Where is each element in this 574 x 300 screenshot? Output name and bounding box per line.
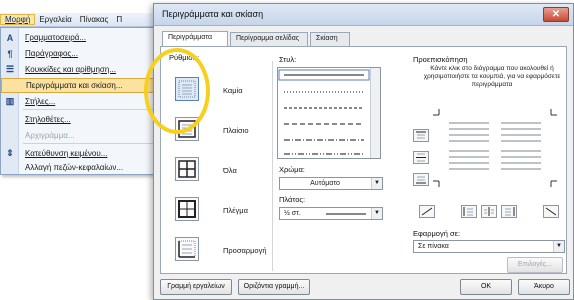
menu-item-paragraph[interactable]: ¶ Παράγραφος... — [1, 46, 171, 61]
columns-icon: ▥ — [5, 96, 15, 106]
highlight-annotation — [144, 48, 210, 134]
inside-horizontal-border-button[interactable] — [413, 151, 429, 164]
setting-none-label: Καμία — [223, 86, 243, 95]
setting-custom-button[interactable] — [175, 237, 199, 261]
toolbar-button[interactable]: Γραμμή εργαλείων — [160, 279, 232, 295]
borders-shading-dialog: Περιγράμματα και σκίαση ✕ Περιγράμματα Π… — [153, 3, 574, 300]
options-button: Επιλογές... — [507, 257, 563, 273]
menu-item-font[interactable]: A Γραμματοσειρά... — [1, 30, 171, 45]
style-list[interactable] — [277, 67, 381, 159]
apply-to-select[interactable]: Σε πίνακα ▼ — [413, 240, 565, 253]
setting-custom-icon — [178, 240, 196, 258]
style-scrollbar[interactable] — [370, 68, 380, 158]
setting-grid-label: Πλέγμα — [223, 206, 248, 215]
menu-item-tabs[interactable]: Στηλοθέτες... — [1, 112, 171, 127]
menu-table[interactable]: Πίνακας — [76, 15, 113, 24]
chevron-down-icon: ▼ — [553, 241, 564, 252]
close-button[interactable]: ✕ — [543, 7, 569, 22]
diagonal-down-icon — [421, 207, 433, 216]
setting-all-icon — [178, 160, 196, 178]
horizontal-line-button[interactable]: Οριζόντια γραμμή... — [238, 279, 310, 295]
bottom-border-icon — [416, 176, 426, 184]
ok-button[interactable]: ΟΚ — [460, 279, 512, 295]
setting-grid-button[interactable] — [175, 197, 199, 221]
menu-format[interactable]: Μορφή — [0, 14, 36, 25]
paragraph-icon: ¶ — [7, 48, 13, 59]
tab-page-border[interactable]: Περίγραμμα σελίδας — [230, 32, 308, 46]
apply-to-label: Εφαρμογή σε: — [413, 229, 461, 238]
width-select[interactable]: ½ στ. ▼ — [279, 207, 383, 220]
chevron-down-icon: ▼ — [371, 178, 382, 189]
menu-tools[interactable]: Εργαλεία — [35, 15, 75, 24]
diagonal-down-border-button[interactable] — [419, 205, 435, 218]
setting-box-label: Πλαίσιο — [223, 126, 249, 135]
right-border-button[interactable] — [501, 205, 517, 218]
dialog-title: Περιγράμματα και σκίαση — [162, 9, 264, 19]
inside-vertical-icon — [484, 207, 494, 216]
tab-shading[interactable]: Σκίαση — [310, 32, 350, 46]
diagonal-up-border-button[interactable] — [543, 205, 559, 218]
color-label: Χρώμα: — [279, 165, 305, 174]
top-border-icon — [416, 131, 426, 139]
close-icon: ✕ — [551, 9, 561, 20]
left-border-icon — [463, 207, 473, 216]
diagonal-up-icon — [545, 207, 557, 216]
menu-item-text-direction[interactable]: ⇕ Κατεύθυνση κειμένου... — [1, 146, 171, 161]
cancel-button[interactable]: Άκυρο — [518, 279, 570, 295]
bullets-icon: ☰ — [5, 64, 15, 74]
tab-borders[interactable]: Περιγράμματα — [162, 31, 228, 46]
menu-item-change-case[interactable]: Αλλαγή πεζών-κεφαλαίων... — [1, 160, 171, 175]
right-border-icon — [505, 207, 515, 216]
color-select[interactable]: Αυτόματο ▼ — [279, 177, 383, 190]
menu-next[interactable]: Π — [112, 15, 126, 24]
setting-all-button[interactable] — [175, 157, 199, 181]
setting-grid-icon — [178, 200, 196, 218]
dialog-titlebar[interactable]: Περιγράμματα και σκίαση ✕ — [154, 4, 573, 26]
left-border-button[interactable] — [461, 205, 477, 218]
menu-bar: Μορφή Εργαλεία Πίνακας Π — [0, 13, 178, 27]
line-styles — [278, 69, 370, 155]
inside-horizontal-border-icon — [416, 153, 426, 162]
preview-table-graphic — [433, 109, 557, 187]
preview-diagram[interactable] — [431, 103, 559, 193]
menu-item-drop-cap: Αρχιγράμμα... — [1, 128, 171, 144]
preview-hint: Κάντε κλικ στο διάγραμμα που ακολουθεί ή… — [423, 65, 561, 88]
setting-custom-label: Προσαρμογή — [223, 246, 267, 255]
borders-tab-panel: Ρύθμιση: Καμία Πλαίσιο Όλα Πλέγμα Προσαρ… — [160, 46, 567, 274]
font-icon: A — [6, 32, 14, 43]
top-border-button[interactable] — [413, 129, 429, 142]
text-direction-icon: ⇕ — [6, 148, 14, 158]
setting-all-label: Όλα — [223, 166, 237, 175]
style-label: Στυλ: — [279, 55, 297, 64]
preview-label: Προεπισκόπηση — [413, 55, 468, 64]
chevron-down-icon: ▼ — [371, 208, 382, 219]
bottom-border-button[interactable] — [413, 173, 429, 186]
width-label: Πλάτος: — [279, 195, 306, 204]
inside-vertical-border-button[interactable] — [481, 205, 497, 218]
